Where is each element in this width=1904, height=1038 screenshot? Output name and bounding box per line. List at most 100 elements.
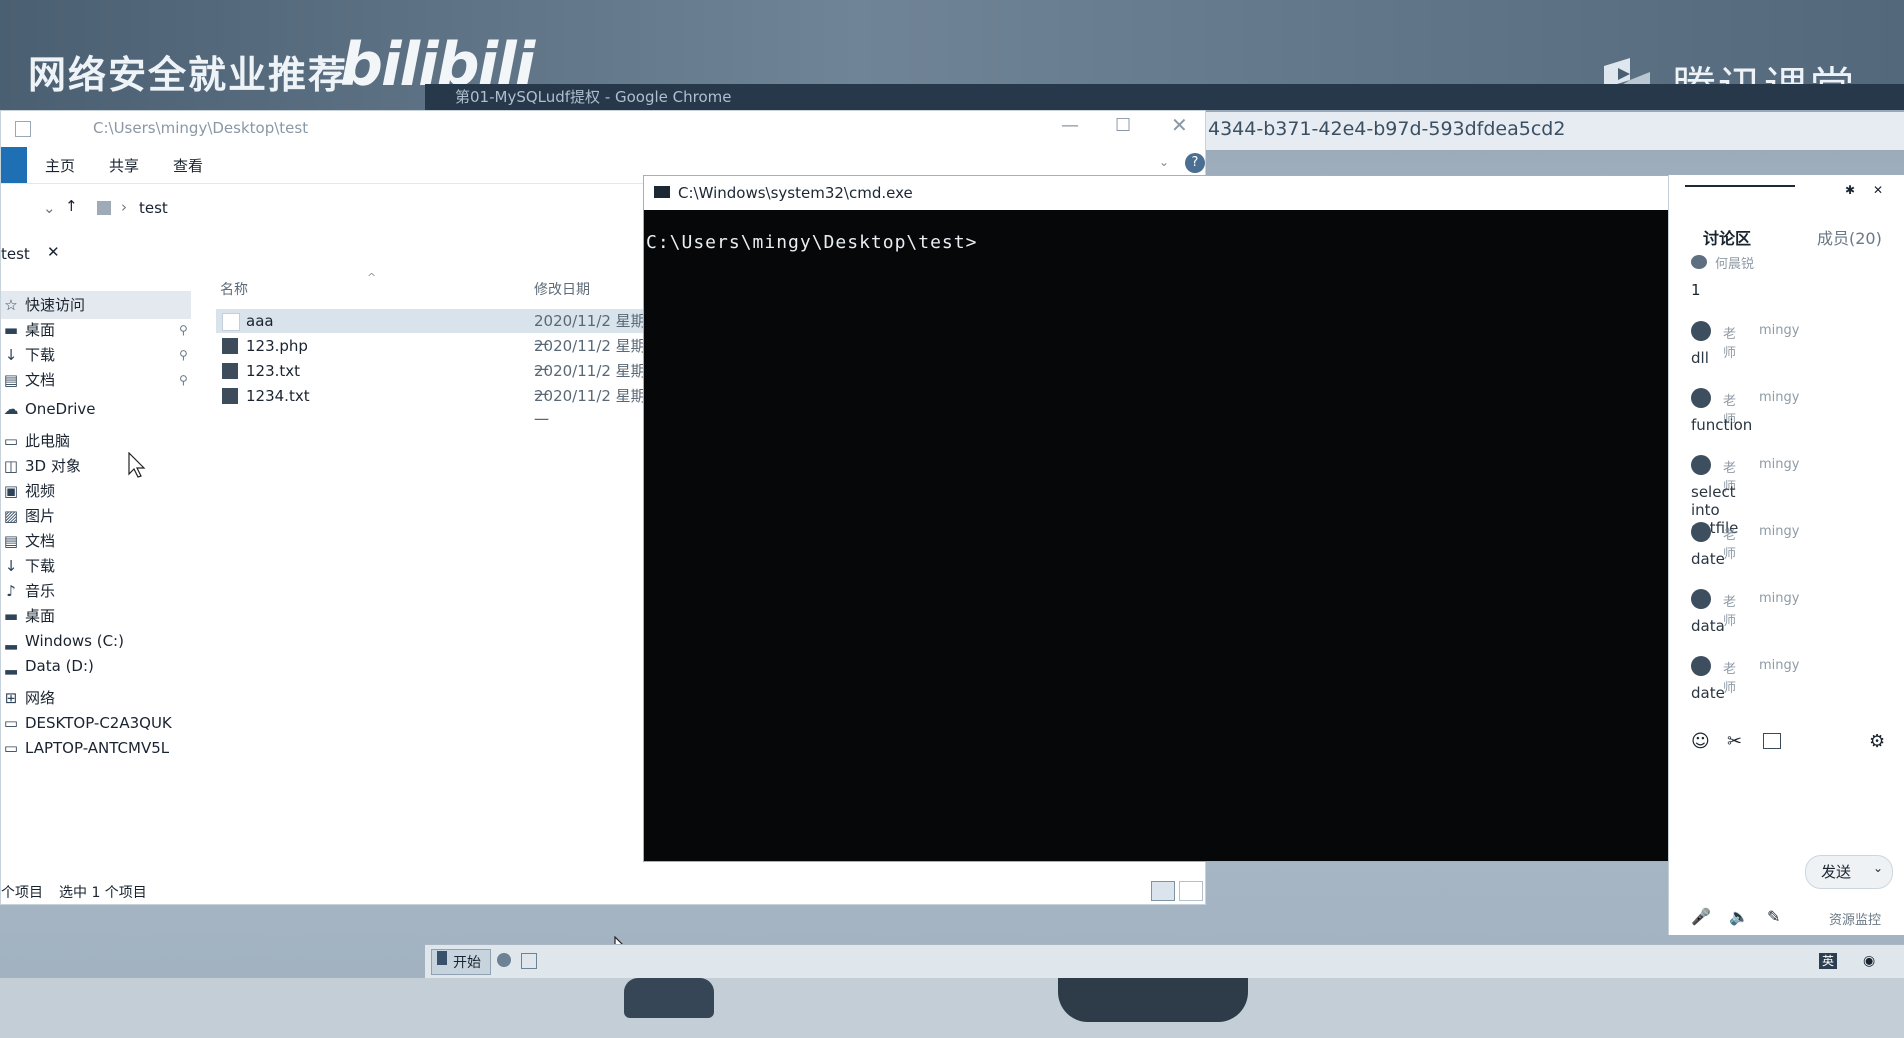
chat-header-line [1685,185,1795,187]
minimize-button[interactable]: — [1061,115,1079,136]
help-icon[interactable]: ? [1185,153,1205,173]
nav-item[interactable]: ▨ 图片 [1,502,191,530]
status-selected-count: 选中 1 个项目 [59,885,147,901]
file-name: 1234.txt [246,387,310,405]
message-text: dll [1691,349,1709,367]
nav-item[interactable]: ◫ 3D 对象 [1,452,191,480]
nav-item[interactable]: ▂ Windows (C:) [1,627,191,655]
first-message: 1 [1691,281,1701,299]
folder-tab-label[interactable]: test [1,245,30,263]
pin-icon[interactable]: ⚲ [179,341,188,369]
nav-item[interactable]: ↓ 下载 ⚲ [1,341,191,369]
recent-locations-icon[interactable]: ⌄ [43,199,56,217]
nav-item[interactable]: ☆ 快速访问 [1,291,191,319]
close-tab-icon[interactable]: ✕ [47,243,60,261]
nav-item-label: 此电脑 [25,432,71,450]
nav-item[interactable]: ▤ 文档 ⚲ [1,366,191,394]
url-fragment: 4344-b371-42e4-b97d-593dfdea5cd2 [1208,118,1566,140]
ime-indicator[interactable]: 英 [1819,953,1837,969]
ribbon-tab-view[interactable]: 查看 [173,155,203,176]
file-row[interactable]: 1234.txt 2020/11/2 星期一 [216,384,646,429]
pin-icon[interactable]: ⚲ [179,366,188,394]
message-username: mingy [1759,457,1800,472]
tab-members[interactable]: 成员(20) [1817,225,1882,249]
cmd-window[interactable]: C:\Windows\system32\cmd.exe C:\Users\min… [643,175,1673,862]
details-view-icon[interactable] [1151,881,1175,901]
message-role-badge: 老师 [1723,662,1737,696]
quick-launch-icon[interactable] [497,953,511,967]
nav-item[interactable]: ☁ OneDrive [1,395,191,423]
file-icon [222,313,240,331]
maximize-button[interactable]: ☐ [1115,115,1131,136]
nav-item[interactable]: ▣ 视频 [1,477,191,505]
pin-icon[interactable]: ✱ [1845,183,1855,197]
close-button[interactable]: ✕ [1171,113,1188,137]
monitor-icon: ▭ [3,714,19,732]
ribbon-expand-icon[interactable]: ⌄ [1159,155,1169,169]
send-options-icon[interactable]: ⌄ [1873,861,1883,875]
avatar [1691,388,1711,408]
desktop-icon: ▬ [3,321,19,339]
download-icon: ↓ [4,557,18,575]
ribbon-tab-share[interactable]: 共享 [109,155,139,176]
nav-item[interactable]: ▭ DESKTOP-C2A3QUK [1,709,191,737]
folder-icon [97,201,111,215]
file-name: 123.txt [246,362,301,380]
nav-item[interactable]: ▭ 此电脑 [1,427,191,455]
file-row[interactable]: 123.php 2020/11/2 星期一 [216,334,646,379]
nav-item[interactable]: ♪ 音乐 [1,577,191,605]
pin-icon[interactable]: ⚲ [179,316,188,344]
picture-icon: ▨ [3,507,19,525]
ribbon-file-tab[interactable] [1,147,27,183]
nav-item[interactable]: ▬ 桌面 ⚲ [1,316,191,344]
resource-monitor-link[interactable]: 资源监控 [1829,909,1881,928]
nav-item[interactable]: ⊞ 网络 [1,684,191,712]
ribbon-tab-home[interactable]: 主页 [45,155,75,176]
drive-icon: ▂ [5,657,17,675]
message-role-badge: 老师 [1723,327,1737,361]
monitor-icon: ▭ [3,739,19,757]
nav-item[interactable]: ↓ 下载 [1,552,191,580]
speaker-icon[interactable]: 🔈 [1729,907,1749,926]
column-header-modified[interactable]: 修改日期 [534,279,590,299]
tab-discussion[interactable]: 讨论区 [1703,225,1751,249]
nav-item[interactable]: ▂ Data (D:) [1,652,191,680]
file-name: aaa [246,312,274,330]
close-panel-icon[interactable]: ✕ [1873,183,1883,197]
computer-icon: ▭ [3,432,19,450]
navigation-pane: ☆ 快速访问 ▬ 桌面 ⚲ ↓ 下载 ⚲ ▤ 文档 ⚲ ☁ OneDrive ▭ 此电脑 ◫ 3D 对象 ▣ 视频 ▨… [1,291,201,851]
cmd-prompt-line: C:\Users\mingy\Desktop\test> [646,232,978,253]
windows-taskbar: 开始 英 ◉ [425,944,1904,979]
cmd-app-icon [654,186,670,198]
nav-item-label: Data (D:) [25,657,94,675]
desktop-icon: ▬ [3,607,19,625]
file-row[interactable]: aaa 2020/11/2 星期一 [216,309,646,354]
download-icon: ↓ [4,346,18,364]
nav-item[interactable]: ▤ 文档 [1,527,191,555]
message-username: mingy [1759,323,1800,338]
up-arrow-icon[interactable]: ↑ [65,197,78,215]
tray-icon[interactable]: ◉ [1863,953,1875,969]
column-header-name[interactable]: 名称 [220,279,248,299]
image-icon[interactable] [1763,733,1781,749]
quick-launch-icon[interactable] [521,953,537,969]
settings-icon[interactable]: ⚙ [1869,731,1885,752]
scissors-icon[interactable]: ✂ [1727,731,1742,752]
network-icon: ⊞ [4,689,18,707]
file-name: 123.php [246,337,308,355]
microphone-icon[interactable]: 🎤 [1691,907,1711,926]
quick-access-toolbar-icon[interactable] [15,121,31,137]
screen-share-icon[interactable]: ✎ [1767,907,1780,926]
explorer-titlebar: C:\Users\mingy\Desktop\test — ☐ ✕ [1,111,1205,145]
avatar [1691,321,1711,341]
message-role-badge: 老师 [1723,595,1737,629]
file-row[interactable]: 123.txt 2020/11/2 星期一 [216,359,646,404]
message-username: mingy [1759,524,1800,539]
nav-item[interactable]: ▬ 桌面 [1,602,191,630]
cmd-titlebar: C:\Windows\system32\cmd.exe [644,176,1672,210]
breadcrumb-folder[interactable]: test [139,199,168,217]
nav-item[interactable]: ▭ LAPTOP-ANTCMV5L [1,734,191,762]
large-icons-view-icon[interactable] [1179,881,1203,901]
emoji-icon[interactable]: ☺ [1691,731,1710,752]
avatar [1691,455,1711,475]
